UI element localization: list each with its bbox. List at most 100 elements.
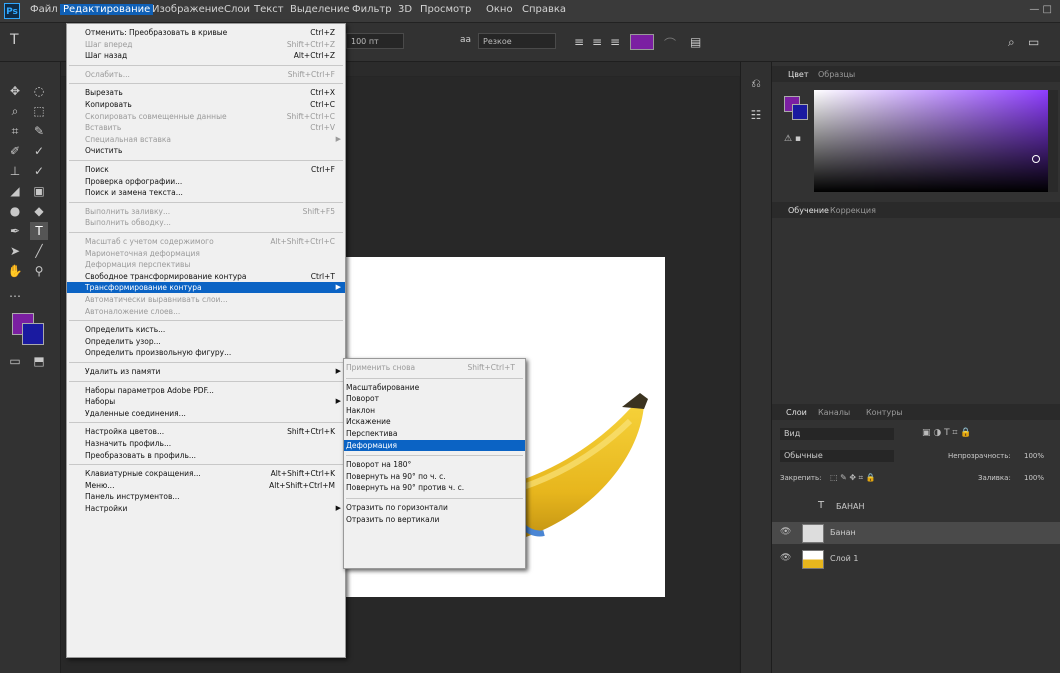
menu-item-очистить[interactable]: Очистить [67,145,345,156]
quick-mask-icon[interactable]: ▭ [6,352,24,370]
menu-filter[interactable]: Фильтр [352,4,392,15]
hue-slider[interactable] [1048,90,1058,192]
window-controls[interactable]: — □ [1029,4,1052,15]
history-brush-icon[interactable]: ✓ [30,162,48,180]
menu-item-копировать[interactable]: Копировать Ctrl+C [67,99,345,110]
gradient-tool-icon[interactable]: ▣ [30,182,48,200]
menu-item-отразить-по-вертикали[interactable]: Отразить по вертикали [344,514,525,525]
menu-item-перспектива[interactable]: Перспектива [344,428,525,439]
layer-row-smart[interactable]: 👁 Банан [772,522,1060,544]
align-right-icon[interactable]: ≡ [610,35,620,49]
layer-filter-icons[interactable]: ▣ ◑ T ⌗ 🔒 [922,428,972,438]
tab-paths[interactable]: Контуры [866,408,903,417]
menu-item-вырезать[interactable]: Вырезать Ctrl+X [67,87,345,98]
menu-item-клавиатурные-сокращения[interactable]: Клавиатурные сокращения... Alt+Shift+Ctrl… [67,468,345,479]
eraser-tool-icon[interactable]: ◢ [6,182,24,200]
crop-tool-icon[interactable]: ⌗ [6,122,24,140]
zoom-tool-icon[interactable]: ⚲ [30,262,48,280]
screen-mode-icon[interactable]: ⬒ [30,352,48,370]
fill-value[interactable]: 100% [1024,474,1044,482]
menu-item-удаленные-соединения[interactable]: Удаленные соединения... [67,408,345,419]
properties-icon[interactable]: ☷ [747,106,765,124]
menu-item-назначить-профиль[interactable]: Назначить профиль... [67,438,345,449]
menu-item-искажение[interactable]: Искажение [344,416,525,427]
history-icon[interactable]: ⎌ [747,74,765,92]
menu-item-определить-узор[interactable]: Определить узор... [67,336,345,347]
panel-background-color[interactable] [792,104,808,120]
brush-tool-icon[interactable]: ✓ [30,142,48,160]
menu-item-трансформирование-контура[interactable]: Трансформирование контура ▶ [67,282,345,294]
text-color-swatch[interactable] [630,34,654,50]
menu-view[interactable]: Просмотр [420,4,471,15]
menu-item-проверка-орфографии[interactable]: Проверка орфографии... [67,176,345,187]
menu-item-свободное-трансформирование-контура[interactable]: Свободное трансформирование контура Ctrl+… [67,271,345,282]
tab-swatches[interactable]: Образцы [818,70,855,79]
search-icon[interactable]: ⌕ [1008,35,1015,50]
pen-tool-icon[interactable]: ✒ [6,222,24,240]
menu-item-панель-инструментов[interactable]: Панель инструментов... [67,491,345,502]
menu-item-настройка-цветов[interactable]: Настройка цветов... Shift+Ctrl+K [67,426,345,437]
dodge-tool-icon[interactable]: ◆ [30,202,48,220]
type-tool-icon[interactable]: T [10,32,19,48]
lasso-tool-icon[interactable]: ◌ [30,82,48,100]
tab-channels[interactable]: Каналы [818,408,850,417]
font-size-field[interactable]: 100 пт [346,33,404,49]
menu-item-определить-произвольную-фигуру[interactable]: Определить произвольную фигуру... [67,347,345,358]
tab-color[interactable]: Цвет [788,70,809,79]
menu-file[interactable]: Файл [30,4,58,15]
menu-item-наборы-параметров-adobe-pdf[interactable]: Наборы параметров Adobe PDF... [67,385,345,396]
healing-tool-icon[interactable]: ✐ [6,142,24,160]
quick-select-icon[interactable]: ⌕ [6,102,24,120]
menu-item-удалить-из-памяти[interactable]: Удалить из памяти ▶ [67,366,345,377]
warp-text-icon[interactable]: ⌒ [664,35,676,52]
menu-item-поворот-на-180[interactable]: Поворот на 180° [344,459,525,470]
opacity-value[interactable]: 100% [1024,452,1044,460]
background-color[interactable] [22,323,44,345]
menu-item-деформация[interactable]: Деформация [344,439,525,451]
menu-layers[interactable]: Слои [224,4,250,15]
menu-edit[interactable]: Редактирование [60,4,154,15]
type-tool-icon[interactable]: T [30,222,48,240]
menu-item-определить-кисть[interactable]: Определить кисть... [67,324,345,335]
menu-text[interactable]: Текст [254,4,284,15]
blend-mode-select[interactable]: Обычные [780,450,894,462]
visibility-eye-icon[interactable]: 👁 [780,553,791,563]
menu-item-поиск-и-замена-текста[interactable]: Поиск и замена текста... [67,187,345,198]
menu-item-повернуть-на-90-против-ч-с[interactable]: Повернуть на 90° против ч. с. [344,482,525,493]
menu-help[interactable]: Справка [522,4,566,15]
tab-layers[interactable]: Слои [786,408,807,417]
layer-row-image[interactable]: 👁 Слой 1 [772,548,1060,570]
stamp-tool-icon[interactable]: ⊥ [6,162,24,180]
layer-row-text[interactable]: T БАНАН [772,496,1060,518]
menu-item-шаг-назад[interactable]: Шаг назад Alt+Ctrl+Z [67,50,345,61]
menu-item-поворот[interactable]: Поворот [344,393,525,404]
menu-item-поиск[interactable]: Поиск Ctrl+F [67,164,345,175]
photoshop-logo[interactable]: Ps [4,3,20,19]
blur-tool-icon[interactable]: ● [6,202,24,220]
eyedropper-tool-icon[interactable]: ✎ [30,122,48,140]
antialias-select[interactable]: Резкое [478,33,556,49]
menu-item-настройки[interactable]: Настройки ▶ [67,503,345,514]
lock-icons[interactable]: ⬚ ✎ ✥ ⌗ 🔒 [830,473,876,483]
visibility-eye-icon[interactable]: 👁 [780,527,791,537]
menu-item-наклон[interactable]: Наклон [344,405,525,416]
path-select-icon[interactable]: ➤ [6,242,24,260]
line-tool-icon[interactable]: ╱ [30,242,48,260]
hand-tool-icon[interactable]: ✋ [6,262,24,280]
menu-image[interactable]: Изображение [152,4,224,15]
tab-learn[interactable]: Обучение [788,206,829,215]
menu-item-масштабирование[interactable]: Масштабирование [344,382,525,393]
menu-item-отменить-преобразовать-в-кривые[interactable]: Отменить: Преобразовать в кривые Ctrl+Z [67,27,345,38]
menu-item-отразить-по-горизонтали[interactable]: Отразить по горизонтали [344,502,525,513]
character-panel-icon[interactable]: ▤ [690,35,701,49]
align-left-icon[interactable]: ≡ [574,35,584,49]
menu-item-преобразовать-в-профиль[interactable]: Преобразовать в профиль... [67,450,345,461]
menu-3d[interactable]: 3D [398,4,412,15]
color-picker-cursor[interactable] [1032,155,1040,163]
menu-item-меню[interactable]: Меню... Alt+Shift+Ctrl+M [67,480,345,491]
marquee-tool-icon[interactable]: ⬚ [30,102,48,120]
color-picker-field[interactable] [814,90,1048,192]
menu-item-повернуть-на-90-по-ч-с[interactable]: Повернуть на 90° по ч. с. [344,471,525,482]
move-tool-icon[interactable]: ✥ [6,82,24,100]
menu-select[interactable]: Выделение [290,4,350,15]
